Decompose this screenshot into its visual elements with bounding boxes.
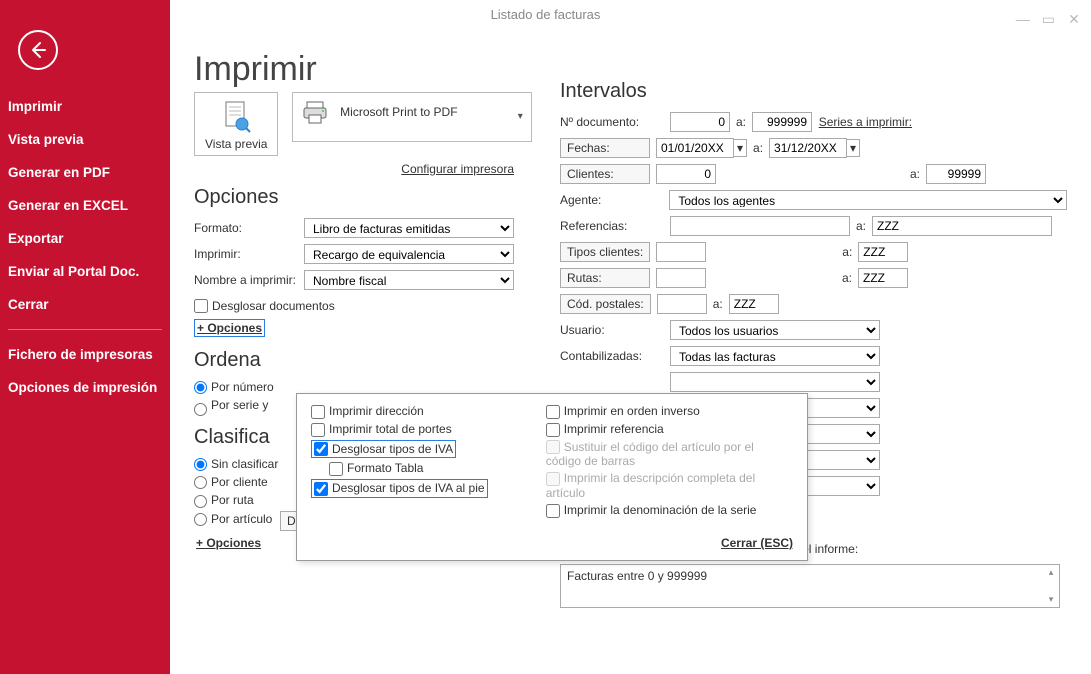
sidebar-item-opciones-impresion[interactable]: Opciones de impresión <box>0 371 170 404</box>
usuario-select[interactable]: Todos los usuarios <box>670 320 880 340</box>
imprimir-select[interactable]: Recargo de equivalencia <box>304 244 514 264</box>
fechas-button[interactable]: Fechas: <box>560 138 650 158</box>
cp-button[interactable]: Cód. postales: <box>560 294 651 314</box>
cli-from-input[interactable] <box>656 164 716 184</box>
sidebar-item-generar-excel[interactable]: Generar en EXCEL <box>0 189 170 222</box>
ndoc-from-input[interactable] <box>670 112 730 132</box>
chevron-down-icon: ▾ <box>518 111 523 122</box>
printer-name: Microsoft Print to PDF <box>340 105 457 119</box>
popup-desglosar-iva-pie[interactable]: Desglosar tipos de IVA al pie <box>314 481 485 496</box>
series-link[interactable]: Series a imprimir: <box>819 115 912 129</box>
clientes-button[interactable]: Clientes: <box>560 164 650 184</box>
back-button[interactable] <box>18 30 58 70</box>
tipos-from-input[interactable] <box>656 242 706 262</box>
encabezado-text: Facturas entre 0 y 999999 <box>567 569 707 583</box>
close-icon[interactable]: ✕ <box>1065 4 1083 22</box>
mas-opciones-link[interactable]: + Opciones <box>194 319 265 337</box>
tipos-to-input[interactable] <box>858 242 908 262</box>
window-title: Listado de facturas <box>491 7 601 22</box>
arrow-left-icon <box>28 40 48 60</box>
minimize-icon[interactable]: — <box>1014 4 1032 22</box>
sidebar-item-enviar-portal[interactable]: Enviar al Portal Doc. <box>0 255 170 288</box>
intervalos-heading: Intervalos <box>560 80 1067 103</box>
popup-total-portes[interactable]: Imprimir total de portes <box>311 422 542 437</box>
sidebar-separator <box>8 329 162 330</box>
popup-close-link[interactable]: Cerrar (ESC) <box>721 536 793 550</box>
sidebar-item-cerrar[interactable]: Cerrar <box>0 288 170 321</box>
sidebar-item-vista-previa[interactable]: Vista previa <box>0 123 170 156</box>
calendar-to-icon[interactable]: ▾ <box>846 139 860 157</box>
popup-desglosar-iva[interactable]: Desglosar tipos de IVA <box>314 442 453 457</box>
sidebar: Imprimir Vista previa Generar en PDF Gen… <box>0 0 170 674</box>
tipos-clientes-button[interactable]: Tipos clientes: <box>560 242 650 262</box>
clasif-mas-opciones[interactable]: + Opciones <box>194 535 263 551</box>
rutas-button[interactable]: Rutas: <box>560 268 650 288</box>
cont-label: Contabilizadas: <box>560 349 670 363</box>
maximize-icon[interactable]: ▭ <box>1039 4 1057 22</box>
opciones-heading: Opciones <box>194 186 534 209</box>
main-panel: Imprimir Vista previa Microsoft Print to… <box>170 30 1091 674</box>
ordenacion-heading: Ordena <box>194 349 534 372</box>
agente-select[interactable]: Todos los agentes <box>669 190 1067 210</box>
ref-to-input[interactable] <box>872 216 1052 236</box>
nombre-select[interactable]: Nombre fiscal <box>304 270 514 290</box>
rutas-to-input[interactable] <box>858 268 908 288</box>
scrollbar-icon[interactable]: ▴▾ <box>1045 567 1057 605</box>
sidebar-item-exportar[interactable]: Exportar <box>0 222 170 255</box>
popup-sustituir-codigo: Sustituir el código del artículo por el … <box>546 440 777 469</box>
cp-from-input[interactable] <box>657 294 707 314</box>
agente-label: Agente: <box>560 193 669 207</box>
desglosar-docs-checkbox[interactable] <box>194 299 208 313</box>
fecha-to-input[interactable] <box>769 138 847 158</box>
encabezado-textarea[interactable]: Facturas entre 0 y 999999 ▴▾ <box>560 564 1060 608</box>
document-preview-icon <box>217 101 255 133</box>
printer-selector[interactable]: Microsoft Print to PDF ▾ <box>292 92 532 142</box>
configure-printer-link[interactable]: Configurar impresora <box>401 162 514 176</box>
popup-descripcion-completa: Imprimir la descripción completa del art… <box>546 471 777 500</box>
usuario-label: Usuario: <box>560 323 670 337</box>
popup-imprimir-direccion[interactable]: Imprimir dirección <box>311 404 542 419</box>
ndoc-label: Nº documento: <box>560 115 670 129</box>
sidebar-item-generar-pdf[interactable]: Generar en PDF <box>0 156 170 189</box>
ndoc-to-input[interactable] <box>752 112 812 132</box>
rutas-from-input[interactable] <box>656 268 706 288</box>
imprimir-label: Imprimir: <box>194 247 304 261</box>
printer-icon <box>301 99 329 127</box>
calendar-from-icon[interactable]: ▾ <box>733 139 747 157</box>
popup-orden-inverso[interactable]: Imprimir en orden inverso <box>546 404 777 419</box>
fecha-from-input[interactable] <box>656 138 734 158</box>
ref-label: Referencias: <box>560 219 670 233</box>
formato-label: Formato: <box>194 221 304 235</box>
cp-to-input[interactable] <box>729 294 779 314</box>
popup-formato-tabla[interactable]: Formato Tabla <box>329 461 542 476</box>
cli-to-input[interactable] <box>926 164 986 184</box>
ref-from-input[interactable] <box>670 216 850 236</box>
vista-previa-label: Vista previa <box>205 137 267 151</box>
desglosar-docs-label: Desglosar documentos <box>212 299 335 313</box>
cont-select[interactable]: Todas las facturas <box>670 346 880 366</box>
formato-select[interactable]: Libro de facturas emitidas <box>304 218 514 238</box>
options-popup: Imprimir dirección Imprimir total de por… <box>296 393 808 561</box>
nombre-label: Nombre a imprimir: <box>194 273 304 287</box>
popup-denominacion-serie[interactable]: Imprimir la denominación de la serie <box>546 503 777 518</box>
vista-previa-button[interactable]: Vista previa <box>194 92 278 156</box>
popup-imprimir-referencia[interactable]: Imprimir referencia <box>546 422 777 437</box>
sidebar-item-imprimir[interactable]: Imprimir <box>0 90 170 123</box>
sidebar-item-fichero-impresoras[interactable]: Fichero de impresoras <box>0 338 170 371</box>
extra-select-1[interactable] <box>670 372 880 392</box>
